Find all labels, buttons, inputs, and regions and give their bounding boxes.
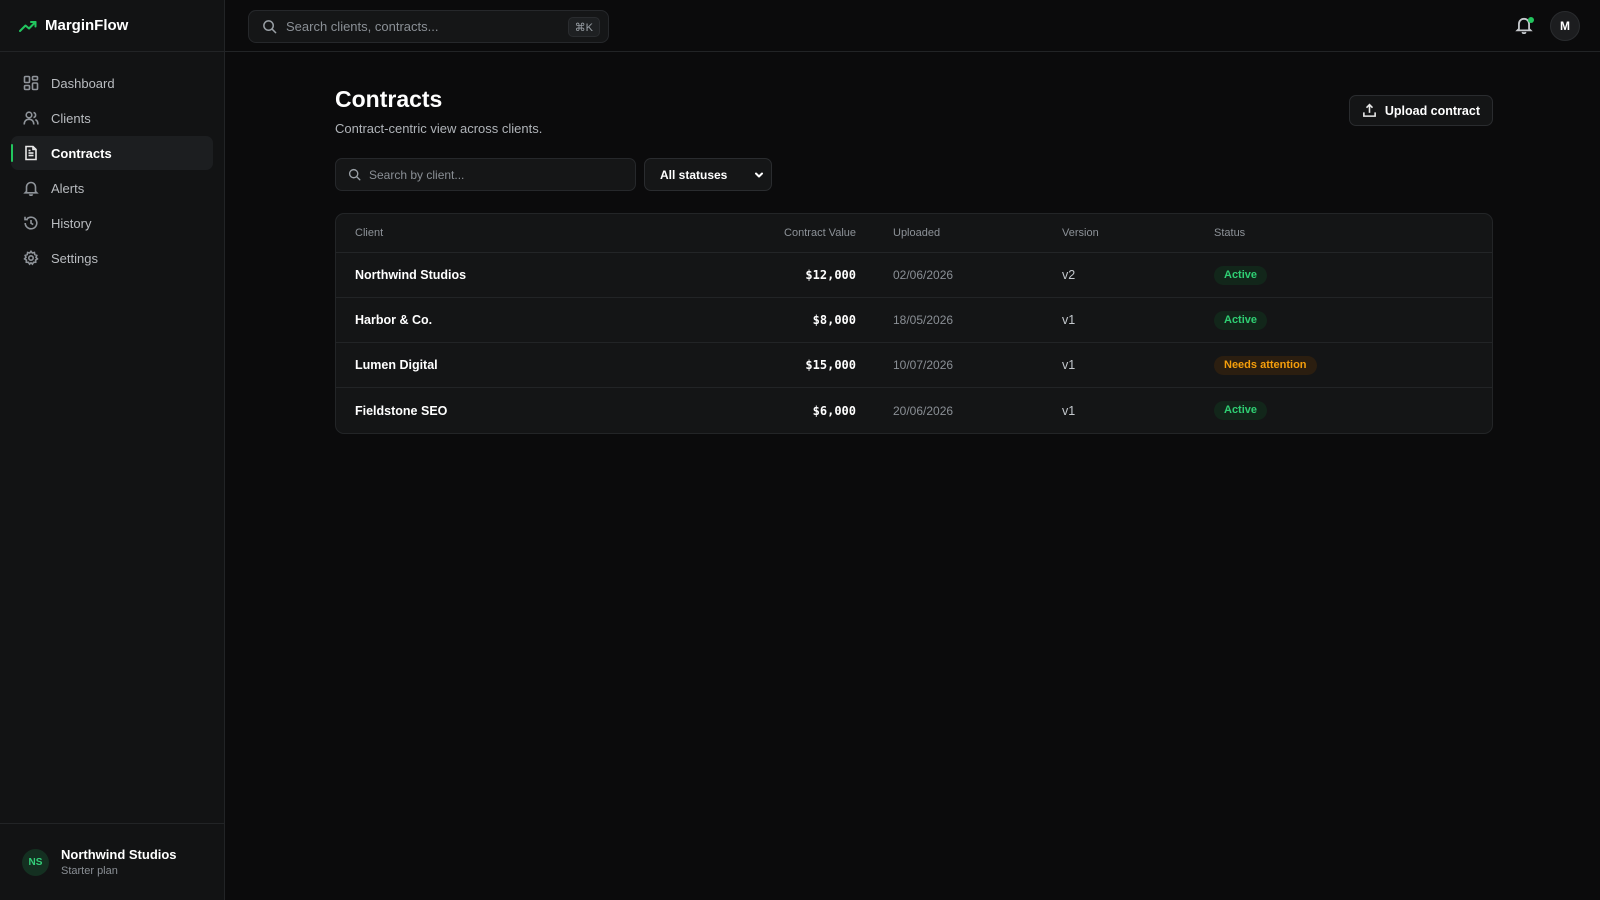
sidebar-item-label: Contracts bbox=[51, 145, 112, 161]
sidebar-item-label: Clients bbox=[51, 110, 91, 126]
row-contract-value: $8,000 bbox=[812, 313, 856, 327]
history-icon bbox=[24, 216, 38, 230]
notifications-button[interactable] bbox=[1515, 16, 1535, 36]
contracts-table: Client Contract Value Uploaded Version S… bbox=[335, 213, 1493, 434]
upload-contract-button[interactable]: Upload contract bbox=[1348, 95, 1493, 126]
brand-name: MarginFlow bbox=[45, 17, 129, 34]
header-client[interactable]: Client bbox=[336, 227, 756, 239]
users-icon bbox=[23, 111, 39, 125]
table-row[interactable]: Harbor & Co. $8,000 18/05/2026 v1 Active bbox=[336, 298, 1492, 343]
client-search-input[interactable] bbox=[369, 167, 619, 182]
row-uploaded-date: 20/06/2026 bbox=[893, 403, 954, 418]
sidebar-item-dashboard[interactable]: Dashboard bbox=[11, 66, 213, 100]
row-contract-value: $6,000 bbox=[812, 403, 856, 418]
header-version[interactable]: Version bbox=[1062, 227, 1214, 239]
sidebar-item-alerts[interactable]: Alerts bbox=[11, 171, 213, 205]
brand[interactable]: MarginFlow bbox=[0, 0, 224, 52]
sidebar-item-contracts[interactable]: Contracts bbox=[11, 136, 213, 170]
page-title: Contracts bbox=[335, 86, 443, 112]
search-icon bbox=[263, 20, 277, 34]
sidebar-nav: Dashboard Clients Contracts Alerts Histo… bbox=[0, 52, 224, 290]
status-filter-select[interactable]: All statuses bbox=[644, 158, 772, 191]
sidebar-item-settings[interactable]: Settings bbox=[11, 241, 213, 275]
chevron-down-icon bbox=[755, 172, 763, 177]
row-uploaded-date: 18/05/2026 bbox=[893, 313, 954, 327]
notification-dot bbox=[1528, 17, 1534, 23]
row-version: v2 bbox=[1062, 268, 1076, 282]
sidebar-item-clients[interactable]: Clients bbox=[11, 101, 213, 135]
row-contract-value: $15,000 bbox=[805, 358, 856, 372]
global-search[interactable]: ⌘K bbox=[248, 10, 609, 43]
row-contract-value: $12,000 bbox=[805, 268, 856, 282]
upload-contract-label: Upload contract bbox=[1384, 103, 1480, 118]
header-contract-value[interactable]: Contract Value bbox=[756, 227, 856, 239]
org-plan: Starter plan bbox=[61, 865, 118, 877]
filters-bar: All statuses bbox=[335, 158, 1493, 191]
gear-icon bbox=[23, 250, 39, 266]
table-row[interactable]: Lumen Digital $15,000 10/07/2026 v1 Need… bbox=[336, 343, 1492, 388]
page-subtitle: Contract-centric view across clients. bbox=[335, 121, 543, 136]
header-uploaded[interactable]: Uploaded bbox=[856, 227, 1062, 239]
row-uploaded-date: 10/07/2026 bbox=[893, 358, 954, 372]
row-version: v1 bbox=[1062, 403, 1076, 418]
upload-icon bbox=[1362, 103, 1376, 117]
sidebar-item-label: Dashboard bbox=[51, 75, 115, 91]
user-avatar[interactable]: M bbox=[1550, 11, 1580, 41]
sidebar-item-label: History bbox=[51, 215, 92, 231]
header-status[interactable]: Status bbox=[1214, 227, 1492, 239]
status-badge: Active bbox=[1214, 310, 1268, 330]
row-client[interactable]: Northwind Studios bbox=[336, 268, 756, 282]
status-filter-value: All statuses bbox=[660, 167, 728, 182]
trend-up-icon bbox=[19, 20, 37, 32]
table-row[interactable]: Northwind Studios $12,000 02/06/2026 v2 … bbox=[336, 253, 1492, 298]
dashboard-icon bbox=[23, 75, 39, 91]
row-version: v1 bbox=[1062, 358, 1076, 372]
search-icon bbox=[348, 168, 361, 181]
status-badge: Active bbox=[1214, 265, 1268, 285]
row-version: v1 bbox=[1062, 313, 1076, 327]
client-search[interactable] bbox=[335, 158, 636, 191]
sidebar: MarginFlow Dashboard Clients Contracts A… bbox=[0, 0, 225, 900]
row-client[interactable]: Lumen Digital bbox=[336, 358, 756, 372]
row-client[interactable]: Harbor & Co. bbox=[336, 313, 756, 327]
sidebar-item-history[interactable]: History bbox=[11, 206, 213, 240]
row-client[interactable]: Fieldstone SEO bbox=[336, 404, 756, 418]
org-avatar: NS bbox=[22, 848, 49, 876]
global-search-input[interactable] bbox=[286, 19, 556, 34]
org-name: Northwind Studios bbox=[61, 847, 177, 862]
status-badge: Active bbox=[1214, 401, 1268, 420]
table-row[interactable]: Fieldstone SEO $6,000 20/06/2026 v1 Acti… bbox=[336, 388, 1492, 433]
sidebar-item-label: Alerts bbox=[51, 180, 85, 196]
table-header: Client Contract Value Uploaded Version S… bbox=[336, 214, 1492, 253]
row-uploaded-date: 02/06/2026 bbox=[893, 268, 954, 282]
bell-icon bbox=[23, 181, 39, 196]
status-badge: Needs attention bbox=[1214, 355, 1317, 375]
document-icon bbox=[25, 145, 37, 161]
main-content: Contracts Contract-centric view across c… bbox=[335, 52, 1493, 434]
sidebar-item-label: Settings bbox=[51, 250, 98, 266]
workspace-switcher[interactable]: NS Northwind Studios Starter plan bbox=[0, 823, 224, 900]
topbar: ⌘K M bbox=[225, 0, 1600, 52]
shortcut-hint: ⌘K bbox=[567, 17, 600, 37]
